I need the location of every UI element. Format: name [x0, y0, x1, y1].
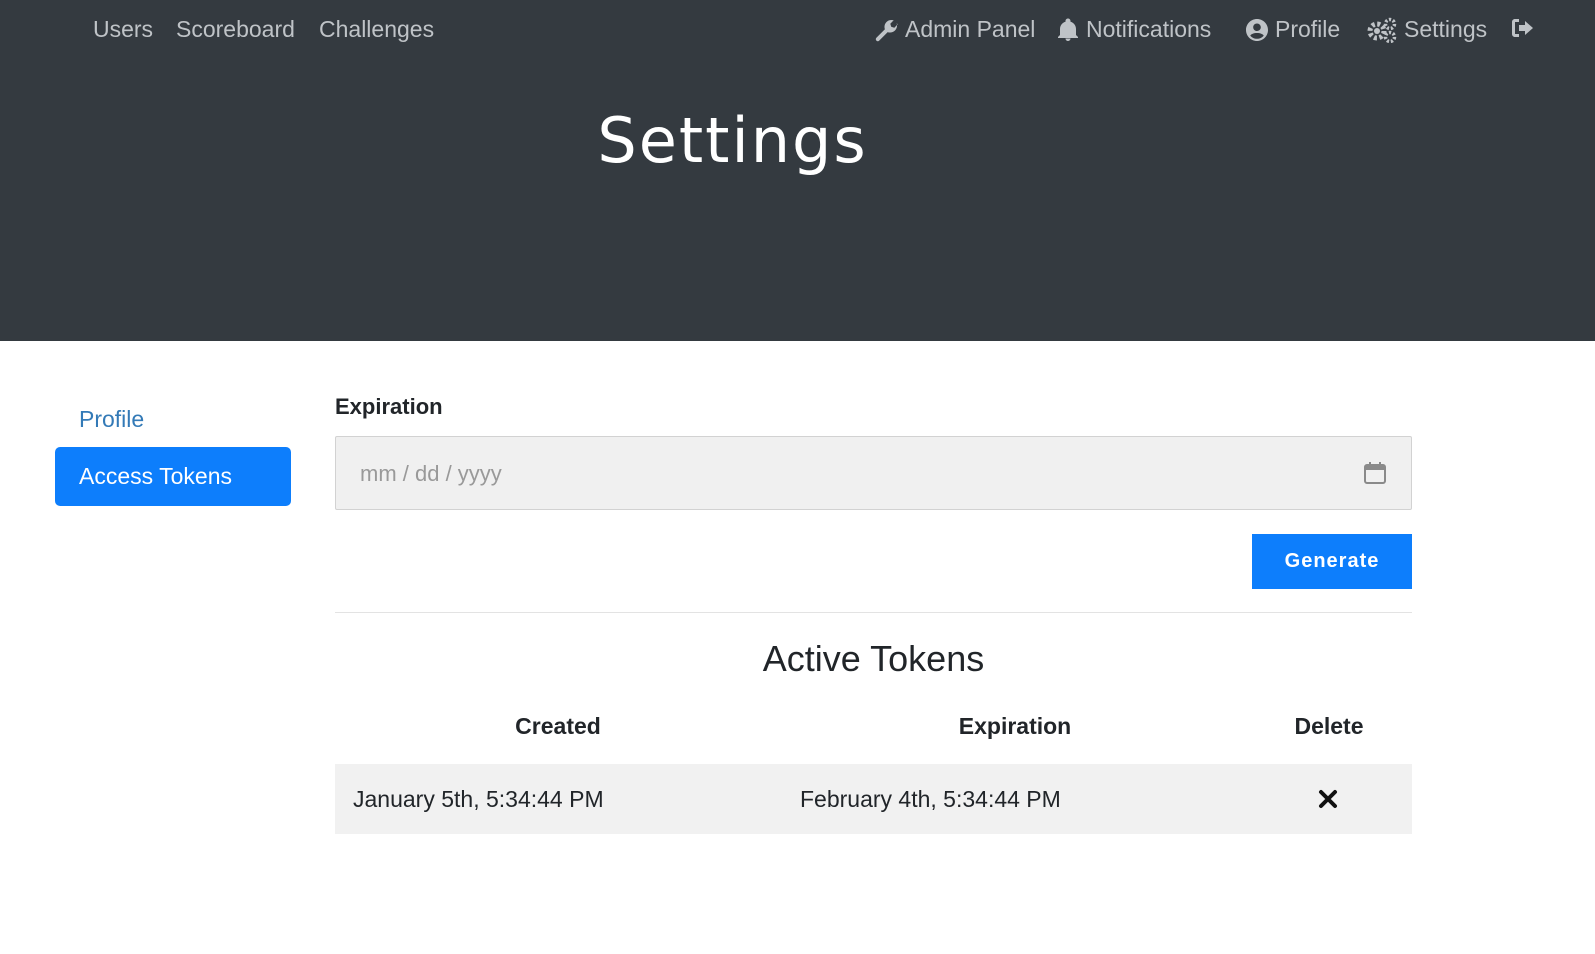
nav-link-profile[interactable]: Profile: [1245, 16, 1340, 43]
calendar-icon[interactable]: [1363, 461, 1387, 490]
sidebar-item-access-tokens[interactable]: Access Tokens: [55, 447, 291, 506]
column-header-delete: Delete: [1294, 713, 1364, 739]
token-expiration-cell: February 4th, 5:34:44 PM: [800, 786, 1061, 812]
page-header: [0, 60, 1595, 341]
expiration-date-input[interactable]: mm / dd / yyyy: [335, 436, 1412, 510]
nav-link-notifications[interactable]: Notifications: [1056, 16, 1211, 43]
gears-icon: [1367, 17, 1397, 43]
active-tokens-title: Active Tokens: [762, 638, 985, 679]
table-row: January 5th, 5:34:44 PM February 4th, 5:…: [335, 764, 1412, 834]
nav-link-label: Settings: [1404, 16, 1488, 42]
bell-icon: [1058, 18, 1078, 41]
nav-link-scoreboard[interactable]: Scoreboard: [176, 16, 295, 43]
nav-link-users[interactable]: Users: [93, 16, 153, 43]
column-header-created: Created: [515, 713, 601, 739]
expiration-label: Expiration: [335, 394, 443, 419]
nav-link-challenges[interactable]: Challenges: [319, 16, 434, 43]
nav-link-label: Profile: [1275, 16, 1341, 42]
nav-link-label: Notifications: [1086, 16, 1212, 42]
page-title: Settings: [597, 104, 868, 177]
column-header-expiration: Expiration: [958, 713, 1072, 739]
logout-link[interactable]: [1510, 16, 1536, 40]
generate-button[interactable]: Generate: [1252, 534, 1412, 589]
nav-link-admin-panel[interactable]: Admin Panel: [875, 16, 1035, 43]
user-circle-icon: [1246, 18, 1268, 41]
nav-link-settings[interactable]: Settings: [1366, 16, 1487, 43]
sidebar-item-profile[interactable]: Profile: [55, 390, 291, 449]
token-created-cell: January 5th, 5:34:44 PM: [353, 786, 604, 812]
nav-link-label: Admin Panel: [905, 16, 1036, 42]
sign-out-icon: [1512, 19, 1533, 37]
wrench-icon: [875, 19, 898, 41]
top-navbar: Users Scoreboard Challenges Admin Panel …: [0, 0, 1595, 60]
divider: [335, 612, 1412, 613]
delete-token-icon[interactable]: [1318, 789, 1338, 814]
date-placeholder: mm / dd / yyyy: [360, 461, 502, 486]
